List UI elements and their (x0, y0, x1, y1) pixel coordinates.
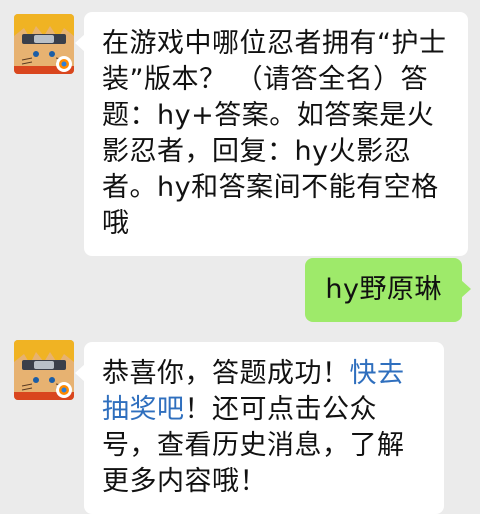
message-bubble-2[interactable]: hy野原琳 (305, 258, 471, 322)
message-text-before-link: 恭喜你，答题成功！ (102, 358, 350, 389)
message-text: 在游戏中哪位忍者拥有“护士装”版本？ （请答全名）答题：hy+答案。如答案是火影… (102, 28, 447, 239)
naruto-game-avatar-icon[interactable] (14, 340, 74, 400)
message-bubble-3[interactable]: 恭喜你，答题成功！快去抽奖吧！还可点击公众号，查看历史消息，了解更多内容哦！ (75, 342, 444, 514)
naruto-game-avatar-icon[interactable] (14, 14, 74, 74)
message-text: hy野原琳 (325, 274, 442, 305)
message-bubble-1[interactable]: 在游戏中哪位忍者拥有“护士装”版本？ （请答全名）答题：hy+答案。如答案是火影… (75, 12, 468, 256)
